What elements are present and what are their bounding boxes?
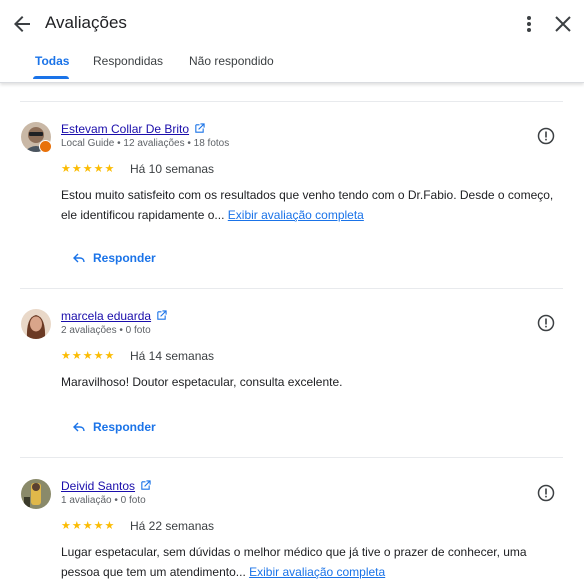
review-text: Lugar espetacular, sem dúvidas o melhor … [61, 545, 527, 579]
review-time: Há 10 semanas [130, 162, 215, 176]
reviewer-name[interactable]: Deivid Santos [61, 479, 151, 493]
reviewer-meta: Local Guide • 12 avaliações • 18 fotos [61, 138, 230, 149]
avatar[interactable] [21, 309, 51, 339]
review-time: Há 14 semanas [130, 349, 215, 363]
reviewer-meta: 2 avaliações • 0 foto [61, 325, 151, 336]
star-rating: ★★★★★ [61, 163, 116, 175]
show-full-review-link[interactable]: Exibir avaliação completa [249, 565, 385, 579]
more-vert-icon[interactable] [521, 12, 537, 36]
star-rating: ★★★★★ [61, 350, 116, 362]
open-external-icon [157, 310, 167, 320]
report-icon[interactable] [537, 127, 555, 145]
star-rating: ★★★★★ [61, 520, 116, 532]
reply-button[interactable]: Responder [73, 251, 156, 265]
show-full-review-link[interactable]: Exibir avaliação completa [228, 208, 364, 222]
page-title: Avaliações [45, 13, 127, 32]
reviewer-name[interactable]: Estevam Collar De Brito [61, 122, 205, 136]
reply-arrow-icon [73, 422, 85, 432]
tab-nao-respondido[interactable]: Não respondido [189, 54, 274, 68]
divider [20, 288, 563, 289]
avatar[interactable] [21, 479, 51, 509]
divider [20, 101, 563, 102]
divider [20, 457, 563, 458]
review-text: Maravilhoso! Doutor espetacular, consult… [61, 375, 343, 389]
report-icon[interactable] [537, 314, 555, 332]
review-text: Estou muito satisfeito com os resultados… [61, 188, 554, 222]
tab-todas[interactable]: Todas [35, 54, 69, 68]
back-arrow-icon[interactable] [10, 12, 34, 36]
close-icon[interactable] [553, 14, 573, 34]
open-external-icon [141, 480, 151, 490]
reply-button[interactable]: Responder [73, 420, 156, 434]
reviewer-name[interactable]: marcela eduarda [61, 309, 167, 323]
reviewer-meta: 1 avaliação • 0 foto [61, 495, 146, 506]
open-external-icon [195, 123, 205, 133]
review-time: Há 22 semanas [130, 519, 215, 533]
report-icon[interactable] [537, 484, 555, 502]
header: Avaliações Todas Respondidas Não respond… [0, 0, 584, 83]
tab-respondidas[interactable]: Respondidas [93, 54, 163, 68]
local-guide-badge-icon [39, 140, 52, 153]
active-tab-indicator [33, 76, 69, 79]
reply-arrow-icon [73, 253, 85, 263]
